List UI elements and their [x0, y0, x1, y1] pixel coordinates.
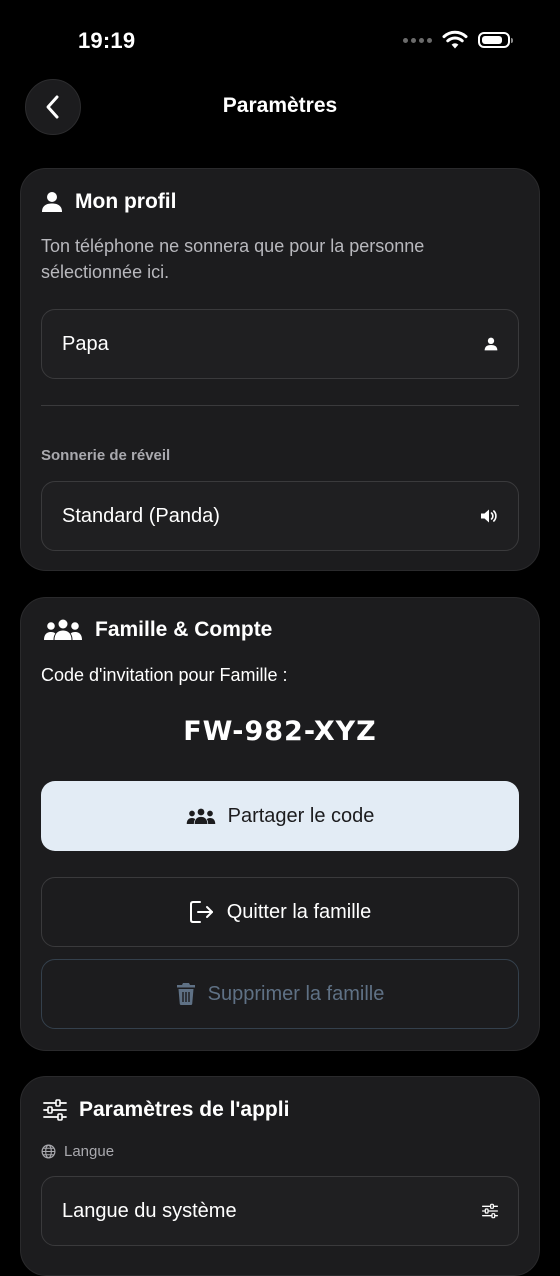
ringtone-label: Sonnerie de réveil — [41, 447, 171, 464]
family-card-title: Famille & Compte — [95, 618, 273, 641]
share-code-button[interactable]: Partager le code — [41, 781, 519, 851]
ringtone-value: Standard (Panda) — [62, 504, 220, 527]
language-value: Langue du système — [62, 1199, 237, 1222]
profile-card: Mon profil Ton téléphone ne sonnera que … — [20, 168, 540, 571]
battery-fill — [482, 36, 502, 44]
speaker-icon — [481, 509, 497, 523]
globe-icon — [41, 1144, 56, 1159]
app-settings-card-header: Paramètres de l'appli — [43, 1098, 289, 1122]
profile-name-field[interactable]: Papa — [41, 309, 519, 379]
language-label-row: Langue — [41, 1143, 114, 1160]
invite-code: FW-982-XYZ — [183, 716, 377, 747]
ringtone-field[interactable]: Standard (Panda) — [41, 481, 519, 551]
leave-family-button[interactable]: Quitter la famille — [41, 877, 519, 947]
cellular-signal-icon — [403, 37, 432, 43]
leave-family-label: Quitter la famille — [226, 900, 372, 923]
wifi-icon — [442, 30, 468, 49]
status-icons — [403, 30, 513, 50]
sliders-icon — [43, 1099, 67, 1121]
group-icon — [186, 808, 215, 824]
app-settings-card: Paramètres de l'appli Langue Langue du s… — [20, 1076, 540, 1276]
delete-family-button[interactable]: Supprimer la famille — [41, 959, 519, 1029]
family-card: Famille & Compte Code d'invitation pour … — [20, 597, 540, 1051]
page-title: Paramètres — [222, 94, 338, 117]
profile-name-value: Papa — [62, 332, 109, 355]
language-field[interactable]: Langue du système — [41, 1176, 519, 1246]
sliders-icon — [482, 1203, 498, 1219]
logout-icon — [189, 901, 213, 923]
language-label: Langue — [64, 1143, 115, 1160]
profile-card-title: Mon profil — [75, 190, 177, 213]
person-icon — [42, 192, 62, 212]
invite-code-label: Code d'invitation pour Famille : — [41, 665, 288, 685]
status-time: 19:19 — [78, 28, 136, 53]
profile-divider — [41, 405, 519, 406]
battery-icon — [478, 32, 513, 48]
trash-icon — [176, 983, 195, 1005]
profile-card-header: Mon profil — [41, 190, 176, 214]
profile-description: Ton téléphone ne sonnera que pour la per… — [41, 236, 425, 282]
person-icon — [484, 337, 498, 351]
delete-family-label: Supprimer la famille — [207, 982, 385, 1005]
status-bar: 19:19 — [0, 0, 560, 80]
group-icon — [44, 619, 82, 640]
app-settings-card-title: Paramètres de l'appli — [79, 1098, 290, 1121]
share-code-label: Partager le code — [227, 804, 375, 827]
family-card-header: Famille & Compte — [43, 618, 272, 642]
